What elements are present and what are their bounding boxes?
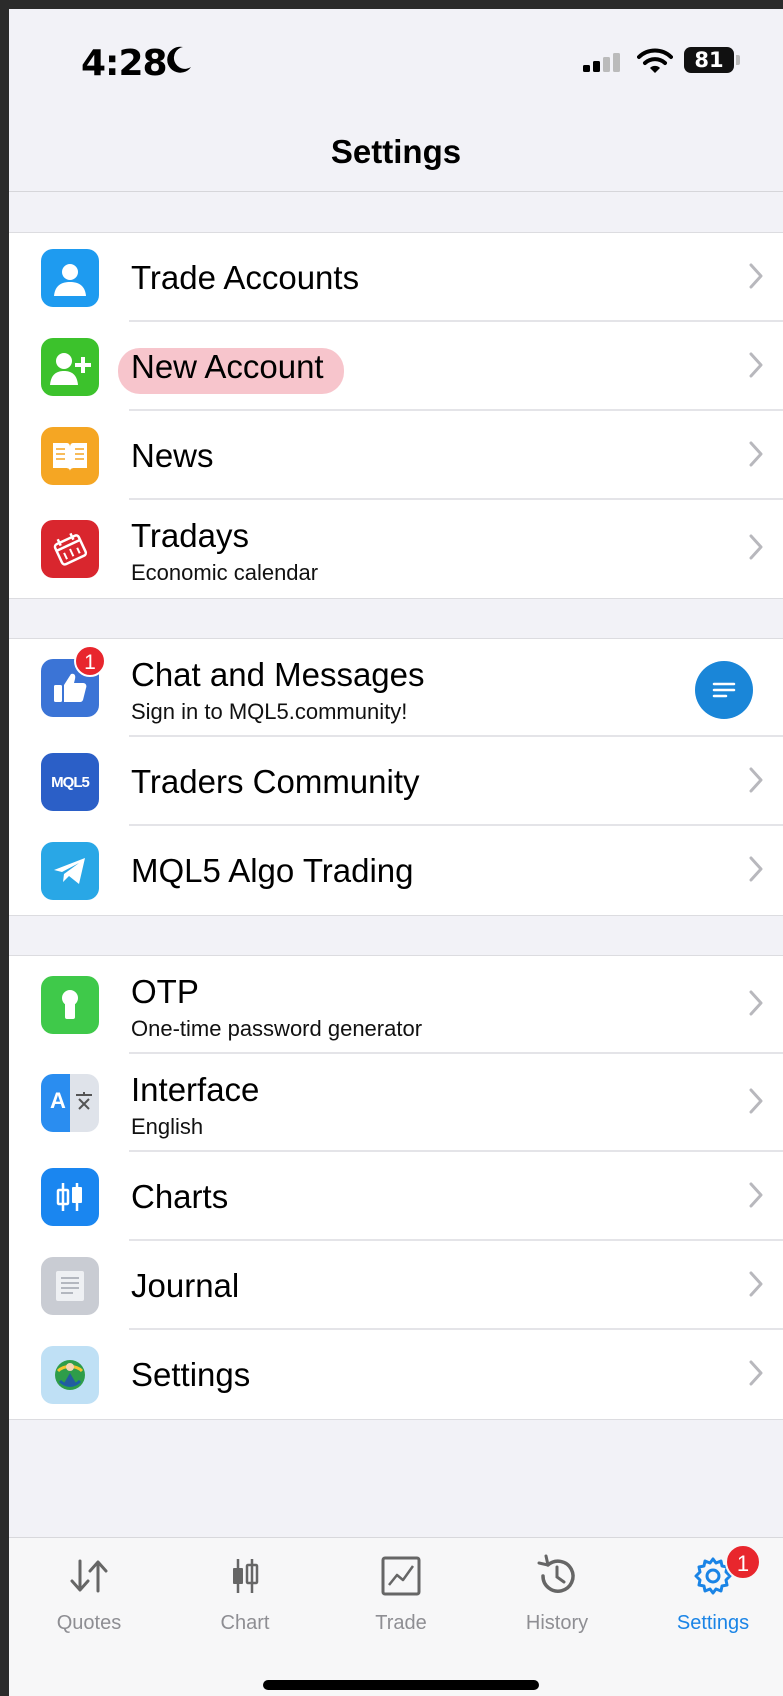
tab-settings[interactable]: 1 Settings bbox=[643, 1544, 783, 1635]
candlestick-icon bbox=[41, 1168, 99, 1226]
row-label: Trade Accounts bbox=[131, 259, 360, 296]
row-new-account[interactable]: New Account bbox=[9, 322, 783, 411]
wifi-icon bbox=[637, 48, 673, 73]
book-icon bbox=[41, 427, 99, 485]
tab-trade[interactable]: Trade bbox=[331, 1548, 471, 1635]
row-label: Journal bbox=[131, 1267, 240, 1304]
history-icon bbox=[487, 1548, 627, 1604]
chevron-right-icon bbox=[749, 990, 763, 1016]
tab-chart[interactable]: Chart bbox=[175, 1548, 315, 1635]
document-lines-icon bbox=[41, 1257, 99, 1315]
tab-label: Settings bbox=[676, 1612, 750, 1634]
row-settings[interactable]: Settings bbox=[9, 1330, 783, 1419]
row-label: Interface bbox=[131, 1071, 260, 1108]
home-indicator bbox=[263, 1680, 539, 1690]
row-subtitle: Sign in to MQL5.community! bbox=[131, 699, 408, 724]
calendar-icon bbox=[41, 520, 99, 578]
row-news[interactable]: News bbox=[9, 411, 783, 500]
tab-history[interactable]: History bbox=[487, 1548, 627, 1635]
chart-icon bbox=[175, 1548, 315, 1604]
settings-group-accounts: Trade Accounts New Account News Tradays … bbox=[9, 232, 783, 599]
telegram-icon bbox=[41, 842, 99, 900]
mql5-logo-icon: MQL5 bbox=[41, 753, 99, 811]
person-plus-icon bbox=[41, 338, 99, 396]
message-lines-icon bbox=[712, 682, 736, 698]
moon-icon bbox=[167, 46, 191, 73]
tab-bar: Quotes Chart Trade History 1 Settings bbox=[9, 1537, 783, 1696]
cellular-signal-icon bbox=[583, 53, 620, 72]
row-otp[interactable]: OTP One-time password generator bbox=[9, 956, 783, 1054]
gear-icon bbox=[643, 1548, 783, 1604]
settings-group-general: OTP One-time password generator A Interf… bbox=[9, 955, 783, 1420]
row-subtitle: One-time password generator bbox=[131, 1016, 423, 1041]
row-label: OTP bbox=[131, 973, 199, 1010]
tab-label: History bbox=[525, 1612, 589, 1634]
row-label: Charts bbox=[131, 1178, 229, 1215]
notification-badge: 1 bbox=[725, 1544, 761, 1580]
chevron-right-icon bbox=[749, 856, 763, 882]
chevron-right-icon bbox=[749, 263, 763, 289]
row-trade-accounts[interactable]: Trade Accounts bbox=[9, 233, 783, 322]
chevron-right-icon bbox=[749, 1271, 763, 1297]
person-icon bbox=[41, 249, 99, 307]
keyhole-icon bbox=[41, 976, 99, 1034]
row-subtitle: Economic calendar bbox=[131, 560, 319, 585]
row-interface[interactable]: A Interface English bbox=[9, 1054, 783, 1152]
row-label: Chat and Messages bbox=[131, 656, 425, 693]
nav-divider bbox=[9, 191, 783, 192]
chevron-right-icon bbox=[749, 352, 763, 378]
battery-level: 81 bbox=[684, 47, 734, 73]
chevron-right-icon bbox=[749, 534, 763, 560]
tab-label: Chart bbox=[220, 1612, 270, 1634]
chevron-right-icon bbox=[749, 1360, 763, 1386]
chevron-right-icon bbox=[749, 441, 763, 467]
row-chat-messages[interactable]: 1 Chat and Messages Sign in to MQL5.comm… bbox=[9, 639, 783, 737]
chevron-right-icon bbox=[749, 1088, 763, 1114]
chat-button[interactable] bbox=[695, 661, 753, 719]
quotes-icon bbox=[19, 1548, 159, 1604]
row-charts[interactable]: Charts bbox=[9, 1152, 783, 1241]
settings-group-community: 1 Chat and Messages Sign in to MQL5.comm… bbox=[9, 638, 783, 916]
tab-quotes[interactable]: Quotes bbox=[19, 1548, 159, 1635]
page-title: Settings bbox=[330, 133, 462, 170]
row-mql5-algo-trading[interactable]: MQL5 Algo Trading bbox=[9, 826, 783, 915]
row-tradays[interactable]: Tradays Economic calendar bbox=[9, 500, 783, 598]
tab-label: Trade bbox=[375, 1612, 427, 1634]
row-label: Settings bbox=[131, 1356, 251, 1393]
translate-icon: A bbox=[41, 1074, 99, 1132]
row-label: MQL5 Algo Trading bbox=[131, 852, 414, 889]
metatrader-logo-icon bbox=[41, 1346, 99, 1404]
trade-icon bbox=[331, 1548, 471, 1604]
chevron-right-icon bbox=[749, 767, 763, 793]
row-traders-community[interactable]: MQL5 Traders Community bbox=[9, 737, 783, 826]
row-label: Tradays bbox=[131, 517, 249, 554]
tab-label: Quotes bbox=[56, 1612, 122, 1634]
settings-screen: 4:28 81 Settings Trade Accounts New Acco… bbox=[9, 9, 783, 1696]
status-bar: 4:28 81 bbox=[9, 9, 783, 119]
row-label: Traders Community bbox=[131, 763, 420, 800]
battery-icon bbox=[736, 55, 740, 65]
row-label: New Account bbox=[131, 348, 324, 385]
row-label: News bbox=[131, 437, 214, 474]
row-subtitle: English bbox=[131, 1114, 204, 1139]
row-journal[interactable]: Journal bbox=[9, 1241, 783, 1330]
chevron-right-icon bbox=[749, 1182, 763, 1208]
status-time: 4:28 bbox=[81, 43, 168, 84]
notification-badge: 1 bbox=[74, 645, 106, 677]
